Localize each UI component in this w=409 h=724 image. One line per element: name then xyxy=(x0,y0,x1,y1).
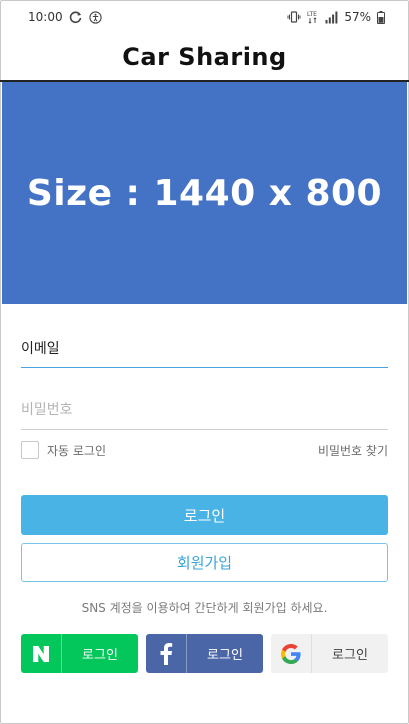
password-field[interactable] xyxy=(21,402,388,418)
sns-signup-note: SNS 계정을 이용하여 간단하게 회원가입 하세요. xyxy=(81,601,328,615)
login-options-row: 자동 로그인 비밀번호 찾기 xyxy=(21,439,388,461)
page-title: Car Sharing xyxy=(122,43,287,71)
banner-text: Size : 1440 x 800 xyxy=(26,172,383,214)
email-field[interactable] xyxy=(21,340,388,356)
google-icon xyxy=(271,634,311,673)
app-header: Car Sharing xyxy=(0,34,409,80)
google-login-button[interactable]: 로그인 xyxy=(271,634,388,673)
facebook-login-label: 로그인 xyxy=(207,648,243,663)
auto-login[interactable]: 자동 로그인 xyxy=(21,441,106,459)
facebook-login-button[interactable]: 로그인 xyxy=(146,634,263,673)
naver-icon xyxy=(21,634,61,673)
banner-image-placeholder: Size : 1440 x 800 xyxy=(2,82,407,304)
signal-icon xyxy=(325,11,338,24)
status-time: 10:00 xyxy=(28,10,63,24)
battery-icon xyxy=(377,10,385,24)
facebook-icon xyxy=(146,634,186,673)
status-bar-left: 10:00 xyxy=(28,10,102,24)
find-password-link[interactable]: 비밀번호 찾기 xyxy=(318,442,388,459)
status-bar-right: LTE 57% xyxy=(287,10,385,24)
battery-percent: 57% xyxy=(344,10,371,24)
auto-login-label: 자동 로그인 xyxy=(47,443,107,458)
naver-login-label: 로그인 xyxy=(82,648,118,663)
sync-icon xyxy=(69,10,83,24)
password-field-container xyxy=(21,391,388,430)
svg-text:LTE: LTE xyxy=(307,11,317,18)
vibrate-icon xyxy=(287,10,301,24)
lte-icon: LTE xyxy=(307,10,319,24)
signup-button[interactable]: 회원가입 xyxy=(21,543,388,582)
auto-login-checkbox[interactable] xyxy=(21,441,39,459)
naver-login-button[interactable]: 로그인 xyxy=(21,634,138,673)
google-login-label: 로그인 xyxy=(332,648,368,663)
accessibility-icon xyxy=(88,10,102,24)
login-button[interactable]: 로그인 xyxy=(21,495,388,535)
status-bar: 10:00 LTE 57% xyxy=(0,0,409,34)
email-field-container xyxy=(21,329,388,368)
